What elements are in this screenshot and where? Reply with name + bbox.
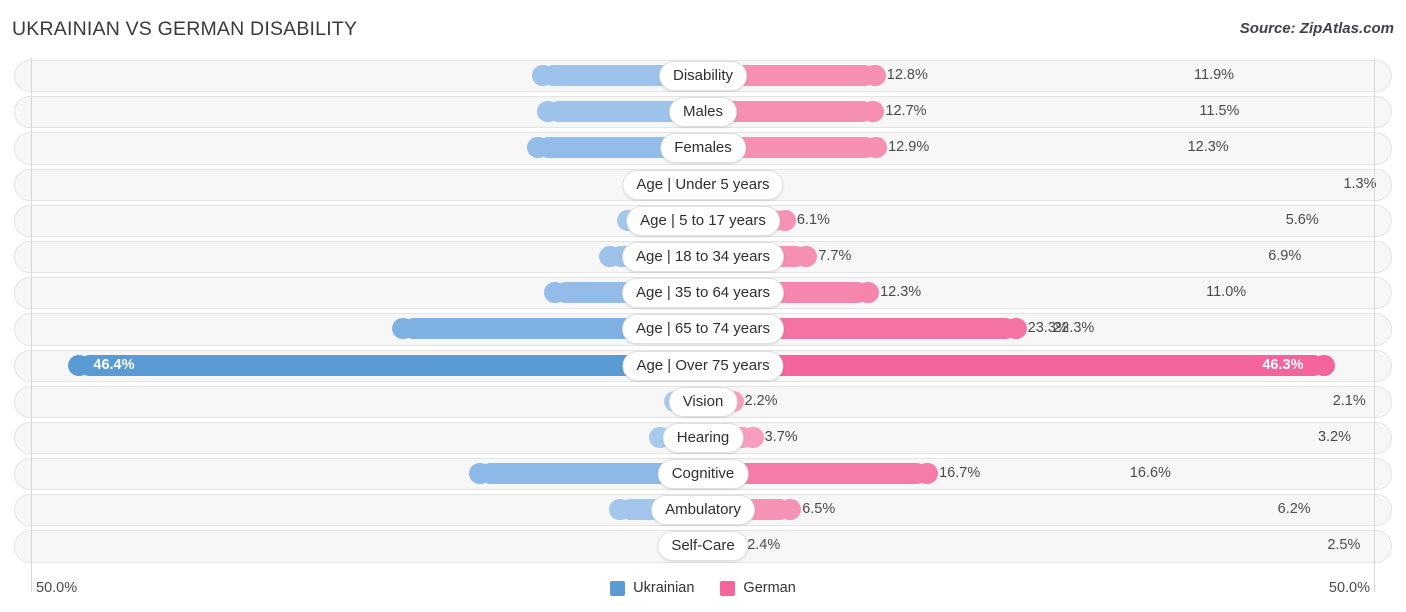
plot-area: 11.9% 12.8% Disability 11.5% 12.7% Males 12.3%…	[0, 58, 1406, 592]
value-label-ukrainian: 11.5%	[1199, 103, 1240, 120]
bar-cap-right	[916, 463, 939, 485]
category-label[interactable]: Age | Under 5 years	[622, 169, 784, 200]
bar-row[interactable]: 2.5% 2.4% Self-Care	[0, 528, 1406, 564]
category-label[interactable]: Age | 65 to 74 years	[622, 314, 784, 345]
category-label[interactable]: Hearing	[662, 422, 744, 453]
bar-row[interactable]: 2.1% 2.2% Vision	[0, 384, 1406, 420]
bar-cap-left	[68, 354, 91, 376]
value-label-german: 46.3%	[1262, 356, 1304, 373]
value-label-german: 6.1%	[796, 211, 830, 228]
category-label[interactable]: Females	[660, 133, 746, 164]
value-label-ukrainian: 3.2%	[1317, 428, 1351, 445]
bar-cap-left	[599, 245, 622, 267]
value-label-german: 6.5%	[802, 501, 836, 518]
bar-rows: 11.9% 12.8% Disability 11.5% 12.7% Males 12.3%…	[0, 58, 1406, 565]
category-label[interactable]: Ambulatory	[651, 495, 755, 526]
value-label-ukrainian: 46.4%	[93, 356, 135, 373]
bar-row[interactable]: 3.2% 3.7% Hearing	[0, 420, 1406, 456]
value-label-german: 16.7%	[939, 465, 981, 482]
category-label[interactable]: Age | 35 to 64 years	[622, 278, 784, 309]
value-label-german: 7.7%	[818, 247, 852, 264]
bar-cap-right	[795, 245, 818, 267]
bar-cap-left	[526, 137, 549, 159]
bar-row[interactable]: 5.6% 6.1% Age | 5 to 17 years	[0, 203, 1406, 239]
bar-row[interactable]: 12.3% 12.9% Females	[0, 130, 1406, 166]
value-label-ukrainian: 2.5%	[1327, 537, 1361, 554]
bar-cap-left	[608, 499, 631, 521]
bar-row[interactable]: 11.9% 12.8% Disability	[0, 58, 1406, 94]
category-label[interactable]: Age | Over 75 years	[622, 350, 784, 381]
category-label[interactable]: Disability	[658, 61, 748, 91]
bar-cap-right	[857, 282, 880, 304]
legend-label: German	[743, 580, 796, 596]
legend-item[interactable]: Ukrainian	[610, 580, 694, 596]
bar-row[interactable]: 1.3%1.7%Age | Under 5 years	[0, 167, 1406, 203]
value-label-ukrainian: 16.6%	[1129, 465, 1171, 482]
category-label[interactable]: Age | 5 to 17 years	[626, 205, 780, 236]
bar-row[interactable]: 6.2% 6.5% Ambulatory	[0, 492, 1406, 528]
bar-row[interactable]: 46.4% 46.3% Age | Over 75 years	[0, 348, 1406, 384]
value-label-ukrainian: 6.9%	[1268, 247, 1302, 264]
legend-item[interactable]: German	[720, 580, 796, 596]
bar-cap-left	[537, 101, 560, 123]
bar-row[interactable]: 6.9% 7.7% Age | 18 to 34 years	[0, 239, 1406, 275]
bar-row[interactable]: 11.5% 12.7% Males	[0, 94, 1406, 130]
category-label[interactable]: Cognitive	[657, 459, 749, 490]
bar-cap-right	[741, 426, 764, 448]
bar-row[interactable]: 16.6% 16.7% Cognitive	[0, 456, 1406, 492]
value-label-german: 12.8%	[886, 67, 928, 83]
value-label-ukrainian: 11.9%	[1194, 67, 1235, 83]
chart-legend: Ukrainian German	[0, 580, 1406, 596]
legend-swatch-icon	[610, 580, 626, 596]
bar-row[interactable]: 22.3% 23.3% Age | 65 to 74 years	[0, 311, 1406, 347]
bar-cap-left	[392, 318, 415, 340]
source-attribution: Source: ZipAtlas.com	[1239, 20, 1394, 37]
chart-footer: 50.0% 50.0% Ukrainian German	[0, 572, 1406, 612]
value-label-ukrainian: 6.2%	[1277, 501, 1311, 518]
value-label-ukrainian: 12.3%	[1187, 139, 1229, 156]
bar-cap-right	[863, 65, 886, 86]
category-label[interactable]: Males	[668, 97, 738, 128]
bar-cap-right	[1313, 354, 1336, 376]
bar-cap-left	[544, 282, 567, 304]
bar-row[interactable]: 11.0% 12.3% Age | 35 to 64 years	[0, 275, 1406, 311]
value-label-german: 12.7%	[885, 103, 927, 120]
bar-ukrainian[interactable]	[68, 354, 703, 376]
value-label-german: 2.2%	[744, 392, 778, 409]
value-label-ukrainian: 11.0%	[1206, 284, 1247, 301]
page-title: UKRAINIAN VS GERMAN DISABILITY	[12, 18, 358, 40]
value-label-ukrainian: 2.1%	[1332, 392, 1366, 409]
legend-swatch-icon	[720, 580, 736, 596]
value-label-ukrainian: 1.3%	[1343, 175, 1377, 192]
chart-container: UKRAINIAN VS GERMAN DISABILITY Source: Z…	[0, 0, 1406, 612]
value-label-ukrainian: 5.6%	[1285, 211, 1319, 228]
value-label-german: 3.7%	[764, 428, 798, 445]
legend-label: Ukrainian	[633, 580, 695, 596]
bar-cap-left	[532, 65, 555, 86]
category-label[interactable]: Self-Care	[657, 531, 749, 562]
value-label-german: 23.3%	[1027, 320, 1069, 337]
value-label-german: 12.9%	[888, 139, 930, 156]
category-label[interactable]: Age | 18 to 34 years	[622, 241, 784, 272]
value-label-german: 12.3%	[880, 284, 922, 301]
chart-header: UKRAINIAN VS GERMAN DISABILITY Source: Z…	[0, 0, 1406, 54]
bar-cap-left	[468, 463, 491, 485]
value-label-german: 2.4%	[747, 537, 781, 554]
bar-german[interactable]	[703, 354, 1336, 376]
category-label[interactable]: Vision	[668, 386, 738, 417]
